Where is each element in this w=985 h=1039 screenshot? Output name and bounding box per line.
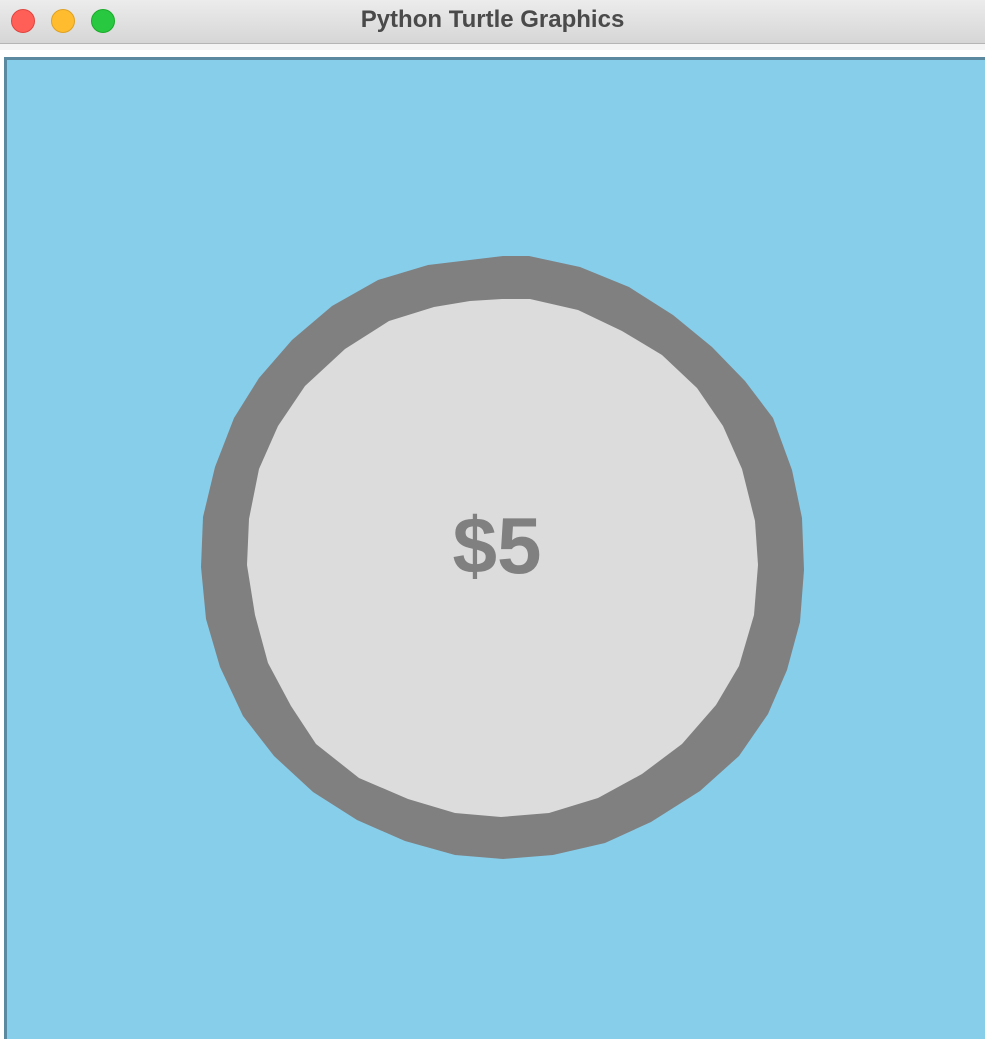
title-bar[interactable]: Python Turtle Graphics xyxy=(0,0,985,44)
coin-value-label: $5 xyxy=(452,501,542,590)
window-title: Python Turtle Graphics xyxy=(360,6,625,33)
turtle-canvas[interactable]: $5 xyxy=(4,57,985,1039)
turtle-window: Python Turtle Graphics $5 xyxy=(0,0,985,1039)
titlebar-separator xyxy=(0,44,985,50)
